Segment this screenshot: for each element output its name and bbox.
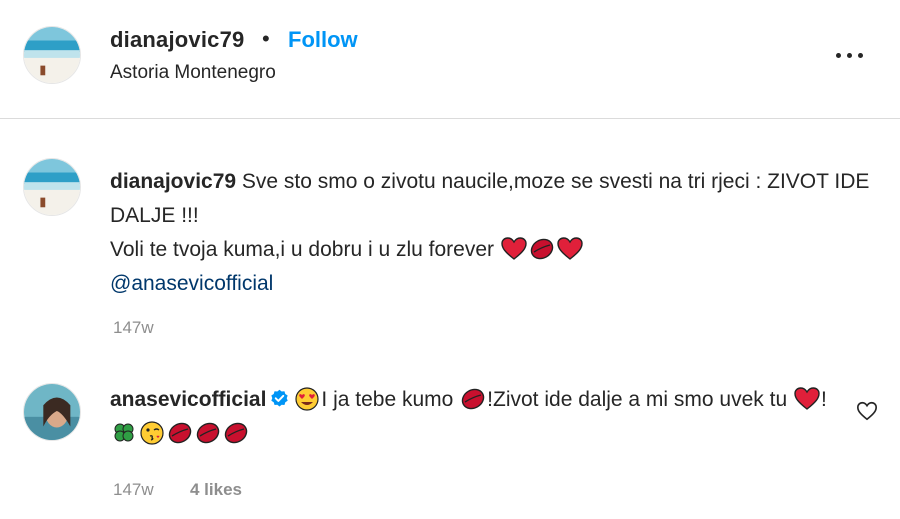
caption-mention-link[interactable]: @anasevicofficial [110,272,273,295]
winking-kiss-face-icon [139,421,165,445]
caption-text: dianajovic79 Sve sto smo o zivotu naucil… [110,165,880,301]
author-avatar[interactable] [23,26,81,84]
comment-text: anasevicofficial I ja tebe kumo !Zivot i… [110,383,840,451]
kiss-mark-icon [529,237,555,261]
author-username[interactable]: dianajovic79 [110,27,244,53]
red-heart-icon [557,237,583,261]
comment-text-part3: ! [820,388,827,411]
comment-text-part2: !Zivot ide dalje a mi smo uvek tu [487,388,788,411]
caption-author-avatar[interactable] [23,158,81,216]
kiss-mark-icon [223,421,249,445]
red-heart-icon [794,387,820,411]
comment-likes-count[interactable]: 4 likes [190,480,242,500]
caption-timestamp[interactable]: 147w [113,318,154,338]
caption-username[interactable]: dianajovic79 [110,170,236,193]
red-heart-icon [501,237,527,261]
follow-button[interactable]: Follow [288,27,358,53]
kiss-mark-icon [460,387,486,411]
separator-dot: • [262,26,270,51]
caption-line2: Voli te tvoja kuma,i u dobru i u zlu for… [110,238,495,261]
more-options-icon[interactable] [834,45,866,65]
verified-badge-icon [270,385,289,407]
kiss-mark-icon [195,421,221,445]
comment-text-part1: I ja tebe kumo [321,388,454,411]
heart-eyes-icon [294,387,320,411]
comment-timestamp[interactable]: 147w [113,480,154,500]
post-header: dianajovic79 • Follow Astoria Montenegro [0,0,900,119]
commenter-username[interactable]: anasevicofficial [110,388,266,411]
four-leaf-clover-icon [111,421,137,445]
post-location[interactable]: Astoria Montenegro [110,62,276,84]
commenter-avatar[interactable] [23,383,81,441]
kiss-mark-icon [167,421,193,445]
like-comment-heart-icon[interactable] [856,400,878,422]
